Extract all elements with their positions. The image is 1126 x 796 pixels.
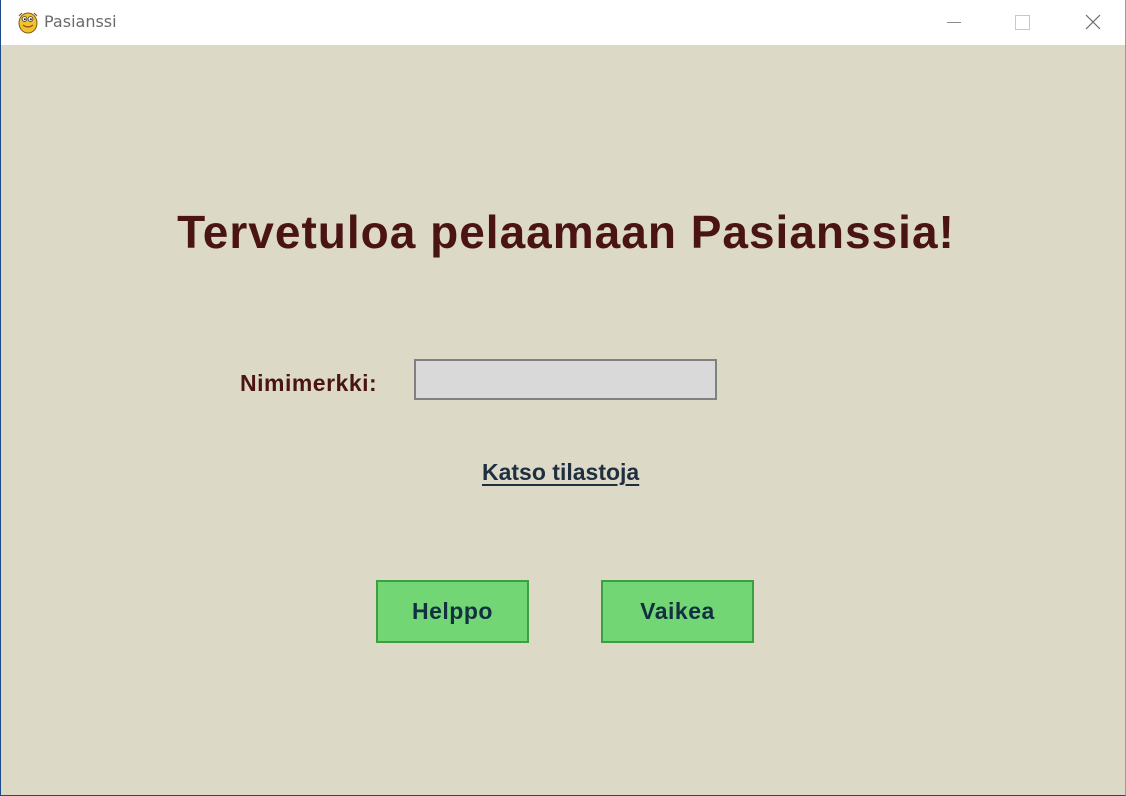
hard-mode-button[interactable]: Vaikea — [601, 580, 754, 643]
easy-mode-button[interactable]: Helppo — [376, 580, 529, 643]
nickname-input[interactable] — [414, 359, 717, 400]
nickname-label: Nimimerkki: — [240, 370, 378, 396]
title-bar[interactable]: Pasianssi — [1, 0, 1125, 45]
main-panel: Tervetuloa pelaamaan Pasianssia! Nimimer… — [1, 45, 1125, 795]
app-window: Pasianssi Tervetuloa pelaamaan Pasianssi… — [0, 0, 1126, 796]
window-title: Pasianssi — [44, 12, 117, 31]
welcome-heading: Tervetuloa pelaamaan Pasianssia! — [177, 206, 955, 258]
python-icon — [16, 10, 40, 34]
close-icon[interactable] — [1070, 0, 1116, 45]
maximize-icon[interactable] — [999, 0, 1045, 45]
minimize-icon[interactable] — [931, 0, 977, 45]
view-stats-link[interactable]: Katso tilastoja — [482, 459, 639, 486]
